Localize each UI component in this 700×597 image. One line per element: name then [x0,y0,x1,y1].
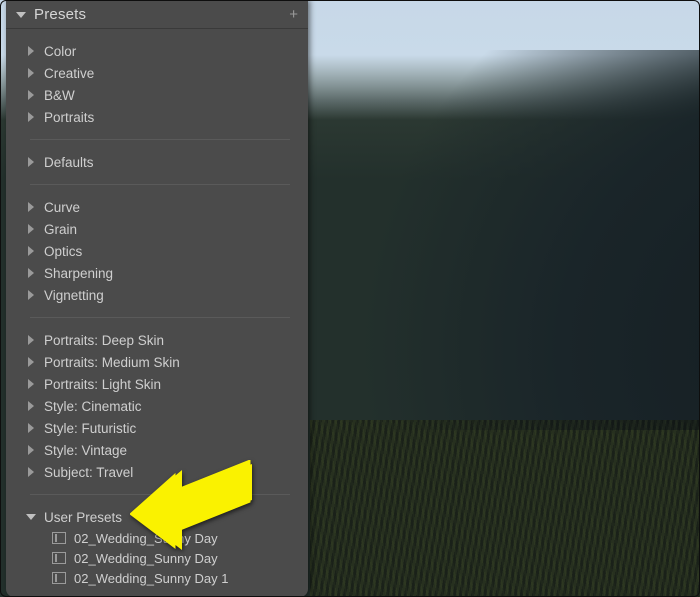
preset-folder[interactable]: Vignetting [28,284,292,306]
preset-folder-label: Portraits: Medium Skin [44,355,180,370]
preset-folder-label: Creative [44,66,94,81]
preset-folder-label: Portraits: Deep Skin [44,333,164,348]
preset-folder[interactable]: Portraits: Light Skin [28,373,292,395]
preset-item[interactable]: 02_Wedding_Sunny Day [28,548,292,568]
preset-folder-label: Vignetting [44,288,104,303]
chevron-right-icon [28,401,34,411]
preset-folder[interactable]: Creative [28,62,292,84]
preset-folder-label: Subject: Travel [44,465,133,480]
preset-group: Curve Grain Optics Sharpening Vignetting [28,191,292,311]
chevron-right-icon [28,290,34,300]
preset-item[interactable]: 02_Wedding_Sunny Day 1 [28,568,292,588]
preset-folder-label: Sharpening [44,266,113,281]
divider [30,139,290,140]
panel-title: Presets [34,6,289,23]
preset-folder[interactable]: Curve [28,196,292,218]
chevron-right-icon [28,423,34,433]
chevron-right-icon [28,335,34,345]
preset-folder-label: B&W [44,88,75,103]
preset-item-label: 02_Wedding_Sunny Day [74,551,218,566]
preset-item-label: 02_Wedding_Sunny Day [74,531,218,546]
user-presets-label: User Presets [44,510,122,525]
preset-folder-label: Style: Vintage [44,443,127,458]
preset-folder-label: Color [44,44,76,59]
divider [30,494,290,495]
chevron-right-icon [28,224,34,234]
preset-folder-label: Grain [44,222,77,237]
presets-panel: Presets + Color Creative B&W Portraits D… [6,0,308,597]
presets-list: Color Creative B&W Portraits Defaults Cu… [6,29,308,597]
preset-folder[interactable]: Portraits: Deep Skin [28,329,292,351]
chevron-right-icon [28,268,34,278]
chevron-right-icon [28,157,34,167]
chevron-right-icon [28,68,34,78]
preset-folder[interactable]: Style: Vintage [28,439,292,461]
preset-item-label: 02_Wedding_Sunny Day 1 [74,571,228,586]
preset-folder-label: Style: Futuristic [44,421,136,436]
collapse-icon [16,12,26,18]
preset-folder[interactable]: B&W [28,84,292,106]
chevron-right-icon [28,445,34,455]
chevron-right-icon [28,46,34,56]
preset-folder-label: Style: Cinematic [44,399,142,414]
preset-folder[interactable]: Color [28,40,292,62]
preset-folder[interactable]: Defaults [28,151,292,173]
chevron-right-icon [28,112,34,122]
preset-icon [52,532,66,544]
preset-folder[interactable]: Subject: Travel [28,461,292,483]
presets-panel-header[interactable]: Presets + [6,0,308,29]
user-presets-folder[interactable]: User Presets [26,506,292,528]
preset-folder[interactable]: Sharpening [28,262,292,284]
preset-folder-label: Curve [44,200,80,215]
preset-group: Portraits: Deep Skin Portraits: Medium S… [28,324,292,488]
chevron-right-icon [28,202,34,212]
preset-group: Color Creative B&W Portraits [28,35,292,133]
background-photo-shadow [310,50,700,430]
background-photo-grass [310,420,700,597]
preset-folder[interactable]: Optics [28,240,292,262]
chevron-right-icon [28,246,34,256]
preset-folder[interactable]: Grain [28,218,292,240]
chevron-right-icon [28,90,34,100]
chevron-right-icon [28,467,34,477]
preset-icon [52,572,66,584]
preset-group: Defaults [28,146,292,178]
preset-folder[interactable]: Style: Futuristic [28,417,292,439]
preset-folder[interactable]: Style: Cinematic [28,395,292,417]
preset-item[interactable]: 02_Wedding_Sunny Day [28,528,292,548]
chevron-right-icon [28,357,34,367]
preset-folder-label: Portraits: Light Skin [44,377,161,392]
add-preset-button[interactable]: + [289,6,298,23]
chevron-right-icon [28,379,34,389]
chevron-down-icon [26,514,36,520]
user-presets-group: User Presets 02_Wedding_Sunny Day 02_Wed… [28,501,292,593]
divider [30,317,290,318]
preset-icon [52,552,66,564]
preset-folder[interactable]: Portraits [28,106,292,128]
preset-folder-label: Portraits [44,110,94,125]
preset-folder-label: Optics [44,244,82,259]
divider [30,184,290,185]
preset-folder[interactable]: Portraits: Medium Skin [28,351,292,373]
preset-folder-label: Defaults [44,155,94,170]
